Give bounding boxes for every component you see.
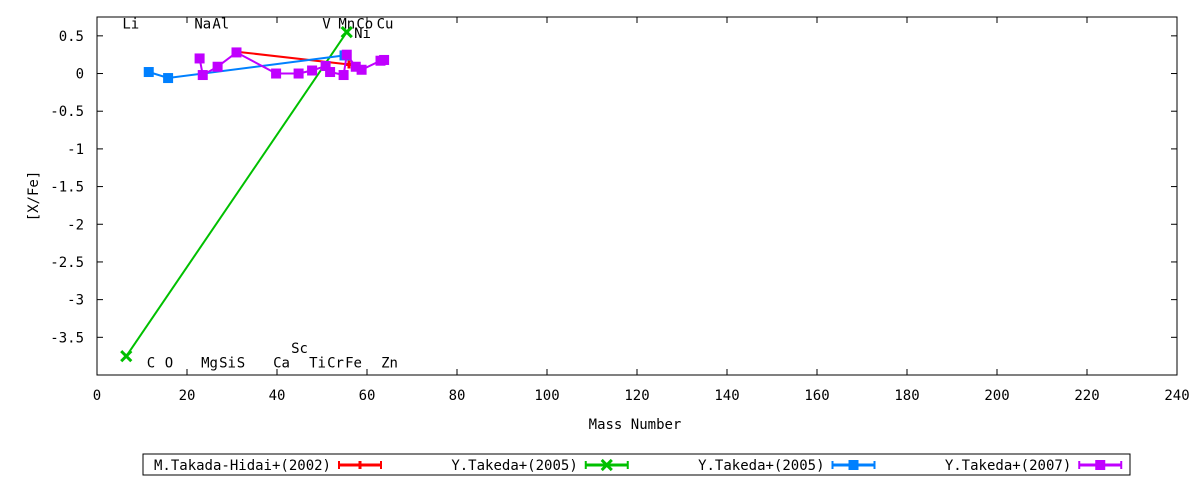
square-marker [379, 54, 390, 65]
legend-label: Y.Takeda+(2005) [698, 458, 824, 474]
y-tick-label: -2 [67, 217, 84, 233]
x-tick-label: 200 [984, 388, 1009, 404]
y-axis-title: [X/Fe] [26, 171, 42, 222]
x-tick-label: 140 [714, 388, 739, 404]
element-label: Zn [381, 355, 398, 371]
x-tick-label: 0 [93, 388, 101, 404]
square-marker [1095, 460, 1106, 470]
y-tick-label: -3 [67, 293, 84, 309]
y-tick-label: -1.5 [50, 180, 84, 196]
element-label: Ca [273, 355, 290, 371]
element-label: Ni [354, 26, 371, 42]
element-label: V [322, 16, 331, 32]
x-tick-label: 80 [449, 388, 466, 404]
x-tick-label: 120 [624, 388, 649, 404]
square-marker [163, 73, 174, 84]
x-tick-label: 40 [269, 388, 286, 404]
plot-frame [96, 16, 1178, 376]
element-label: Sc [291, 341, 308, 357]
square-marker [341, 49, 352, 60]
square-marker [271, 68, 282, 79]
square-marker [194, 53, 205, 64]
square-marker [356, 64, 367, 75]
y-tick-label: -0.5 [50, 104, 84, 120]
x-tick-label: 180 [894, 388, 919, 404]
element-label: Na [194, 16, 211, 32]
square-marker [325, 67, 336, 78]
y-tick-label: -3.5 [50, 330, 84, 346]
x-axis-ticks: 0 20 40 60 80 100 120 140 160 180 200 220 240 [93, 17, 1190, 404]
square-marker [848, 460, 859, 470]
element-label: S [237, 355, 245, 371]
square-marker [212, 61, 223, 72]
square-marker [307, 65, 318, 76]
y-tick-label: 0 [76, 67, 84, 83]
x-axis-title: Mass Number [589, 417, 682, 433]
element-label: Al [212, 16, 229, 32]
element-label: Fe [345, 355, 362, 371]
legend-label: Y.Takeda+(2005) [451, 458, 577, 474]
square-marker [231, 47, 242, 58]
x-tick-label: 240 [1164, 388, 1189, 404]
y-tick-label: 0.5 [59, 29, 84, 45]
element-label: C [147, 355, 155, 371]
element-label: Cr [327, 355, 344, 371]
series-line-1 [125, 31, 348, 357]
y-tick-label: -1 [67, 142, 84, 158]
chart-canvas: 0 20 40 60 80 100 120 140 160 180 200 220 240 0.5 0 -0… [26, 16, 1190, 476]
square-marker [143, 67, 154, 78]
legend-label: Y.Takeda+(2007) [945, 458, 1071, 474]
x-tick-label: 220 [1074, 388, 1099, 404]
y-tick-label: -2.5 [50, 255, 84, 271]
element-label: Cu [377, 16, 394, 32]
square-marker [293, 68, 304, 79]
x-tick-label: 20 [179, 388, 196, 404]
element-label: Si [219, 355, 236, 371]
element-label: Mn [338, 16, 355, 32]
element-label: Mg [201, 355, 218, 371]
cross-marker [120, 350, 133, 363]
square-marker [338, 70, 349, 81]
square-marker [197, 70, 208, 81]
series-layer [120, 25, 390, 363]
x-tick-label: 100 [534, 388, 559, 404]
x-tick-label: 60 [359, 388, 376, 404]
y-axis-ticks: 0.5 0 -0.5 -1 -1.5 -2 -2.5 -3 -3.5 [50, 29, 1177, 346]
element-label: O [165, 355, 173, 371]
element-label: Li [122, 16, 139, 32]
element-label: Ti [309, 355, 326, 371]
legend-label: M.Takada-Hidai+(2002) [154, 458, 331, 474]
x-tick-label: 160 [804, 388, 829, 404]
